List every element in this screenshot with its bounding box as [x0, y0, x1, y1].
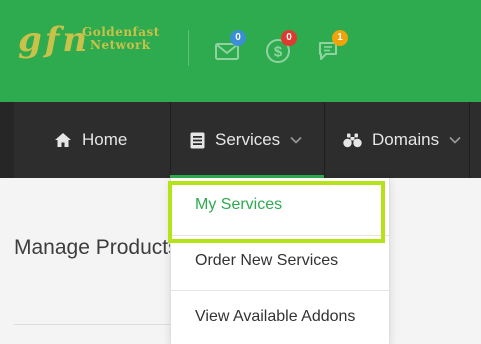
nav-item-services[interactable]: Services	[190, 102, 302, 178]
nav-services-label: Services	[215, 130, 281, 149]
nav-home-label: Home	[82, 130, 128, 149]
main-nav: Home Services Domains	[0, 102, 481, 178]
nav-separator	[170, 102, 171, 178]
nav-item-home[interactable]: Home	[54, 102, 127, 178]
header-divider	[188, 30, 189, 66]
home-icon	[55, 133, 71, 147]
logo[interactable]: gfn Goldenfast Network	[18, 20, 168, 62]
chat-badge: 1	[332, 30, 348, 46]
logo-line-2: Network	[90, 38, 151, 52]
binoculars-icon	[343, 133, 362, 147]
chevron-down-icon	[449, 136, 461, 144]
dropdown-item-view-available-addons[interactable]: View Available Addons	[171, 308, 389, 326]
logo-mark: gfn	[18, 20, 91, 60]
services-list-icon	[190, 132, 205, 148]
dollar-badge: 0	[281, 30, 297, 46]
content-divider	[14, 324, 174, 325]
nav-edge	[0, 102, 14, 178]
nav-domains-label: Domains	[372, 130, 440, 149]
mail-icon[interactable]: 0	[214, 30, 246, 64]
nav-separator	[469, 102, 470, 178]
chevron-down-icon	[290, 136, 302, 144]
highlight-box	[168, 181, 385, 243]
svg-text:$: $	[274, 44, 283, 61]
logo-line-1: Goldenfast	[82, 25, 160, 39]
mail-badge: 0	[230, 30, 246, 46]
nav-separator	[324, 102, 325, 178]
dollar-icon[interactable]: $ 0	[265, 30, 297, 64]
nav-item-domains[interactable]: Domains	[343, 102, 461, 178]
dropdown-separator	[171, 290, 389, 291]
chat-icon[interactable]: 1	[316, 30, 348, 64]
page-title: Manage Products	[14, 236, 179, 259]
dropdown-item-order-new-services[interactable]: Order New Services	[171, 252, 389, 270]
top-header: gfn Goldenfast Network 0 $ 0 1	[0, 0, 481, 102]
